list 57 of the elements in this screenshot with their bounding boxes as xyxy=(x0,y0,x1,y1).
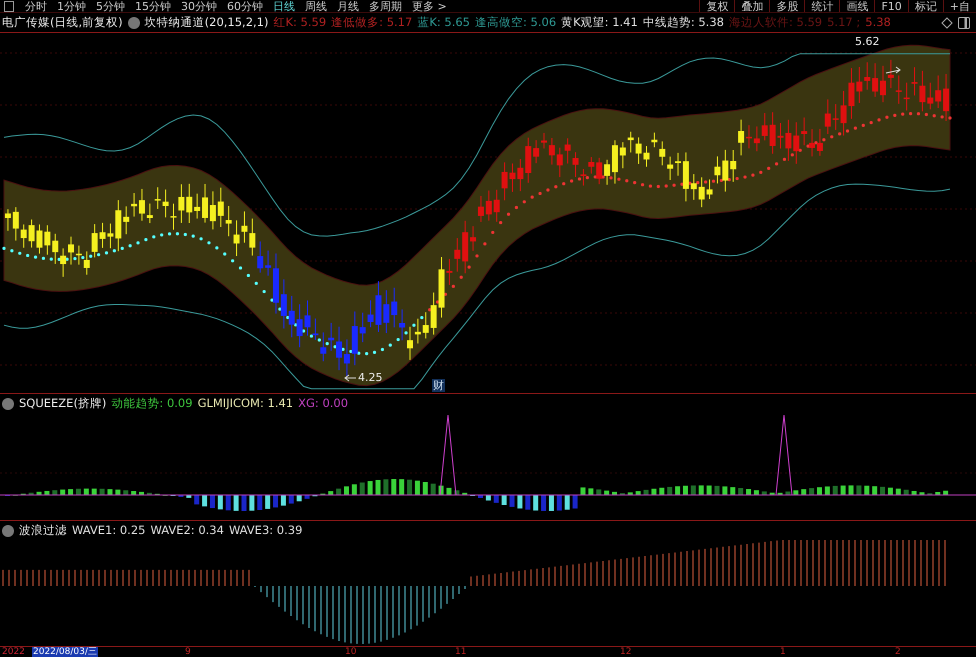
dropdown-icon xyxy=(2,524,14,536)
indicator-title: 坎特纳通道(20,15,2,1) xyxy=(144,14,268,31)
toolbar-button[interactable]: 复权 xyxy=(699,0,734,12)
period-tab[interactable]: 周线 xyxy=(300,0,332,12)
axis-tick-label: 12 xyxy=(620,647,632,657)
axis-tick-label: 11 xyxy=(455,647,466,657)
arrow-icon xyxy=(886,66,901,74)
dropdown-icon xyxy=(128,16,140,28)
indicator-title: 波浪过滤 xyxy=(19,522,67,539)
indicator-reading: WAVE2: 0.34 xyxy=(150,522,224,539)
event-marker[interactable]: 财 xyxy=(432,379,445,392)
period-tab[interactable]: 日线 xyxy=(268,0,300,12)
toolbar-button[interactable]: 统计 xyxy=(804,0,840,12)
toolbar-button[interactable]: 标记 xyxy=(908,0,943,12)
panel-toggle-icon[interactable] xyxy=(4,0,14,12)
arrow-icon xyxy=(344,374,356,382)
period-tab[interactable]: 分时 xyxy=(20,0,52,12)
date-label: 2022 xyxy=(2,647,25,657)
indicator-reading: 海边人软件: 5.59 xyxy=(728,14,822,31)
period-tab[interactable]: 30分钟 xyxy=(176,0,222,12)
axis-tick-label: 10 xyxy=(345,647,356,657)
period-tab[interactable]: 1分钟 xyxy=(52,0,91,12)
indicator-reading: WAVE3: 0.39 xyxy=(228,522,302,539)
indicator-reading: 逢高做空: 5.06 xyxy=(475,14,556,31)
dropdown-icon xyxy=(2,398,14,410)
axis-tick-label: 1 xyxy=(780,647,786,657)
indicator-reading: 黄K观望: 1.41 xyxy=(561,14,638,31)
period-tab[interactable]: 更多 > xyxy=(407,0,452,12)
price-label: 4.25 xyxy=(358,370,382,386)
indicator-reading: 动能趋势: 0.09 xyxy=(111,394,193,412)
period-tab[interactable]: 5分钟 xyxy=(91,0,130,12)
toolbar-button[interactable]: 叠加 xyxy=(734,0,770,12)
cursor-date: 2022/08/03/三 xyxy=(32,647,98,657)
period-tab[interactable]: 60分钟 xyxy=(222,0,268,12)
toolbar-button[interactable]: 多股 xyxy=(769,0,804,12)
toolbar-button[interactable]: +自 xyxy=(942,0,976,12)
period-tab[interactable]: 15分钟 xyxy=(130,0,176,12)
toolbar-button[interactable]: F10 xyxy=(874,0,908,12)
indicator-reading: 5.38 xyxy=(865,14,891,31)
price-label: 5.62 xyxy=(855,34,880,50)
indicator-reading: 红K: 5.59 xyxy=(273,14,326,31)
stock-title: 电广传媒(日线,前复权) xyxy=(2,14,123,31)
toolbar-button[interactable]: 画线 xyxy=(839,0,874,12)
diamond-icon[interactable] xyxy=(941,16,953,28)
indicator-reading: 中线趋势: 5.38 xyxy=(642,14,724,31)
indicator-title: SQUEEZE(挤牌) xyxy=(19,394,106,412)
period-tab[interactable]: 多周期 xyxy=(364,0,407,12)
indicator-reading: GLMIJICOM: 1.41 xyxy=(198,394,294,412)
indicator-reading: XG: 0.00 xyxy=(298,394,348,412)
panel-icon[interactable] xyxy=(958,16,970,28)
period-tab[interactable]: 月线 xyxy=(332,0,364,12)
indicator-reading: 逢低做多: 5.17 xyxy=(331,14,412,31)
indicator-reading: 蓝K: 5.65 xyxy=(417,14,470,31)
indicator-reading: WAVE1: 0.25 xyxy=(72,522,146,539)
indicator-reading: 5.17 ; xyxy=(827,14,860,31)
axis-tick-label: 9 xyxy=(185,647,191,657)
axis-tick-label: 2 xyxy=(895,647,901,657)
